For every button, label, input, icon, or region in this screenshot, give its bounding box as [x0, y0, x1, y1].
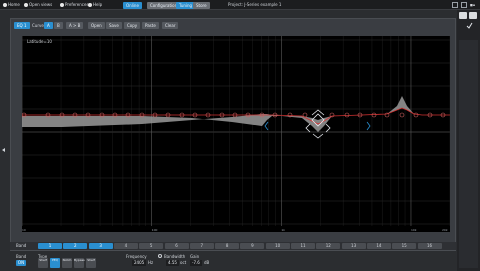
- x-tick-label: 20k: [442, 228, 448, 232]
- x-axis-ticks: 10 100 1k 10k 20k: [22, 228, 448, 232]
- band-button[interactable]: 5: [139, 243, 164, 249]
- frequency-unit: Hz: [148, 260, 154, 265]
- project-name: Project: J-Series example 1: [228, 2, 282, 7]
- eq-graph[interactable]: 101001k10k20k 20151050-5-10-15-20: [22, 36, 450, 232]
- band-params: Band ON Type Shelf PEQ Notch Bypass Shel…: [10, 252, 456, 271]
- sidebar-panel: [459, 40, 478, 268]
- curve-b-button[interactable]: B: [54, 22, 63, 29]
- home-link[interactable]: Home: [3, 2, 20, 8]
- filter-type-shelf-low[interactable]: Shelf: [38, 258, 48, 268]
- gear-icon: [60, 3, 64, 7]
- gain-unit: dB: [204, 260, 210, 265]
- window-icon[interactable]: [461, 2, 467, 8]
- help-link[interactable]: Help: [88, 2, 102, 8]
- layout-icon[interactable]: [452, 2, 458, 8]
- band-button[interactable]: 4: [113, 243, 138, 249]
- save-button[interactable]: Save: [106, 22, 122, 29]
- curve-label: Curve: [32, 23, 44, 28]
- gain-input[interactable]: -7.6: [190, 260, 202, 266]
- band-button[interactable]: 10: [265, 243, 290, 249]
- filter-type-shelf-high[interactable]: Shelf: [86, 258, 96, 268]
- graph-grid: [22, 36, 450, 226]
- band-label: Band: [16, 243, 27, 248]
- settings-button[interactable]: [469, 12, 477, 19]
- band-on-button[interactable]: ON: [16, 260, 26, 266]
- right-sidebar: [457, 10, 480, 271]
- band-button[interactable]: 3: [88, 243, 113, 249]
- copy-button[interactable]: Copy: [124, 22, 141, 29]
- x-tick-label: 100: [152, 228, 158, 232]
- paste-button[interactable]: Paste: [142, 22, 159, 29]
- bandwidth-input[interactable]: 4.55: [166, 260, 179, 266]
- band-node: [302, 112, 308, 118]
- band-button[interactable]: 9: [240, 243, 265, 249]
- eq1-tab[interactable]: EQ 1: [14, 22, 30, 29]
- band-button[interactable]: 12: [316, 243, 341, 249]
- band-button[interactable]: 1: [38, 243, 62, 249]
- top-bar: Home Open views Preferences Help Online …: [0, 0, 480, 10]
- eq-graph-svg: 101001k10k20k 20151050-5-10-15-20: [22, 36, 450, 232]
- bandwidth-label: Bandwidth: [164, 254, 186, 259]
- band-node: [344, 112, 350, 118]
- band-node: [413, 112, 419, 118]
- store-button[interactable]: Store: [193, 2, 210, 9]
- help-icon: [88, 3, 92, 7]
- filter-type-bypass[interactable]: Bypass: [74, 258, 85, 268]
- band-button[interactable]: 8: [215, 243, 240, 249]
- gain-label: Gain: [190, 254, 200, 259]
- filter-type-notch[interactable]: Notch: [62, 258, 72, 268]
- x-tick-label: 1k: [281, 228, 285, 232]
- open-button[interactable]: Open: [88, 22, 105, 29]
- band-button[interactable]: 6: [164, 243, 189, 249]
- curve-a-button[interactable]: A: [44, 22, 53, 29]
- pin-button[interactable]: [459, 12, 467, 19]
- band-node: [399, 112, 405, 118]
- home-icon: [3, 3, 7, 7]
- x-tick-label: 10: [22, 228, 26, 232]
- band-row: Band 1 2 3 4 5 6 7 8 9 10 11 12 13 14 15 16: [10, 242, 456, 250]
- band-button[interactable]: 7: [189, 243, 214, 249]
- back-icon: [24, 3, 28, 7]
- check-icon[interactable]: [466, 22, 473, 29]
- signal-icon: ■▪: [470, 3, 475, 7]
- band-button[interactable]: 15: [392, 243, 417, 249]
- band-button[interactable]: 11: [291, 243, 315, 249]
- band-button[interactable]: 14: [366, 243, 391, 249]
- band-button[interactable]: 16: [417, 243, 442, 249]
- graph-readout: Latitude=10: [27, 39, 52, 44]
- frequency-label: Frequency: [126, 254, 147, 259]
- open-views-link[interactable]: Open views: [24, 2, 52, 8]
- clear-button[interactable]: Clear: [162, 22, 179, 29]
- online-button[interactable]: Online: [123, 2, 142, 9]
- filter-type-peq[interactable]: PEQ: [50, 258, 60, 268]
- x-tick-label: 10k: [411, 228, 417, 232]
- band-param-label: Band: [16, 254, 27, 259]
- bandwidth-unit: oct: [180, 260, 187, 265]
- band-button[interactable]: 2: [63, 243, 88, 249]
- band-node: [371, 112, 377, 118]
- frequency-input[interactable]: 2405: [132, 260, 147, 266]
- copy-a-to-b-button[interactable]: A > B: [66, 22, 84, 29]
- collapse-arrow-icon[interactable]: [2, 148, 5, 152]
- band-button[interactable]: 13: [341, 243, 366, 249]
- bandwidth-radio[interactable]: [158, 254, 162, 258]
- preferences-link[interactable]: Preferences: [60, 2, 89, 8]
